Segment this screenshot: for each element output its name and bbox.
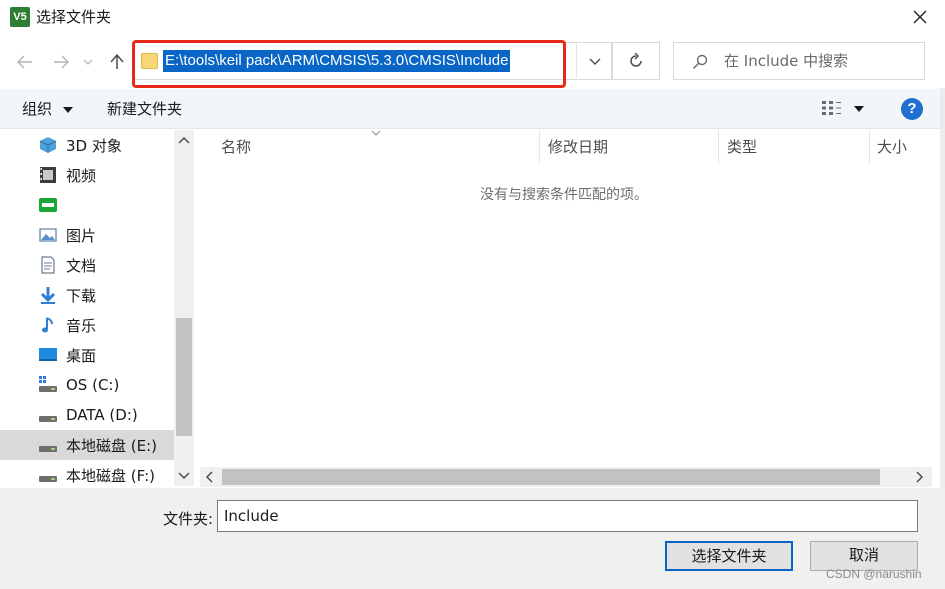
window-edge bbox=[940, 88, 945, 488]
address-path[interactable]: E:\tools\keil pack\ARM\CMSIS\5.3.0\CMSIS… bbox=[163, 50, 511, 72]
organize-label: 组织 bbox=[22, 100, 53, 118]
sidebar-scrollbar-thumb[interactable] bbox=[176, 318, 192, 436]
folder-label: 文件夹: bbox=[163, 510, 214, 528]
recent-locations-button[interactable] bbox=[78, 48, 98, 76]
documents-icon bbox=[41, 256, 55, 274]
navigation-pane: 3D 对象 视频 图片 文档 下载 音乐 桌面 OS (C:) DATA (D:… bbox=[0, 130, 194, 486]
sidebar-item-documents[interactable]: 文档 bbox=[0, 250, 174, 280]
title-bar: V5 选择文件夹 bbox=[0, 0, 945, 34]
address-dropdown-button[interactable] bbox=[576, 42, 612, 80]
new-folder-button[interactable]: 新建文件夹 bbox=[107, 98, 182, 120]
sort-chevron-icon bbox=[371, 130, 381, 136]
drive-icon bbox=[39, 446, 57, 452]
refresh-button[interactable] bbox=[612, 42, 660, 80]
app-icon: V5 bbox=[10, 7, 30, 27]
video-icon bbox=[40, 167, 56, 183]
sidebar-item-local-disk-e[interactable]: 本地磁盘 (E:) bbox=[0, 430, 174, 460]
column-header-modified[interactable]: 修改日期 bbox=[548, 130, 608, 164]
sidebar-item-videos[interactable]: 视频 bbox=[0, 160, 174, 190]
scroll-up-icon[interactable] bbox=[178, 136, 190, 144]
address-bar[interactable]: E:\tools\keil pack\ARM\CMSIS\5.3.0\CMSIS… bbox=[132, 42, 612, 80]
sidebar-item-label: 本地磁盘 (F:) bbox=[66, 466, 155, 485]
up-button[interactable] bbox=[104, 48, 130, 76]
music-icon bbox=[42, 317, 53, 333]
3d-objects-icon bbox=[39, 137, 57, 153]
sidebar-item-3d-objects[interactable]: 3D 对象 bbox=[0, 130, 174, 160]
close-icon bbox=[913, 10, 927, 24]
help-icon[interactable]: ? bbox=[901, 98, 923, 120]
drive-icon bbox=[39, 416, 57, 422]
desktop-icon bbox=[39, 348, 57, 361]
search-input[interactable]: 在 Include 中搜索 bbox=[673, 42, 925, 80]
sidebar-item-label: DATA (D:) bbox=[66, 406, 138, 424]
sidebar-item-downloads[interactable]: 下载 bbox=[0, 280, 174, 310]
sidebar-item-label: 文档 bbox=[66, 256, 97, 275]
pictures-icon bbox=[39, 228, 57, 242]
sidebar-item-os-drive[interactable]: OS (C:) bbox=[0, 370, 174, 400]
view-options-button[interactable] bbox=[822, 100, 865, 120]
watermark: CSDN @narushin bbox=[826, 567, 922, 581]
sidebar-item-label: 下载 bbox=[66, 286, 97, 305]
sidebar-item-local-disk-f[interactable]: 本地磁盘 (F:) bbox=[0, 460, 174, 490]
column-header-size[interactable]: 大小 bbox=[877, 130, 907, 164]
close-button[interactable] bbox=[900, 0, 940, 34]
sidebar-item-desktop[interactable]: 桌面 bbox=[0, 340, 174, 370]
sidebar-item-label: 本地磁盘 (E:) bbox=[66, 436, 158, 455]
os-drive-icon bbox=[39, 376, 57, 392]
sidebar-item-data-drive[interactable]: DATA (D:) bbox=[0, 400, 174, 430]
chevron-down-icon bbox=[83, 59, 93, 65]
back-button[interactable] bbox=[12, 48, 38, 76]
sidebar-item-label: 图片 bbox=[66, 226, 97, 245]
scroll-left-icon[interactable] bbox=[205, 471, 213, 483]
sidebar-item-label: 3D 对象 bbox=[66, 136, 122, 155]
folder-icon bbox=[141, 53, 158, 69]
arrow-right-icon bbox=[54, 55, 69, 69]
column-divider[interactable] bbox=[718, 130, 719, 164]
caret-down-icon bbox=[854, 106, 865, 112]
column-header-name[interactable]: 名称 bbox=[221, 130, 251, 164]
arrow-left-icon bbox=[17, 55, 32, 69]
sidebar-item-label: OS (C:) bbox=[66, 376, 120, 394]
select-folder-button[interactable]: 选择文件夹 bbox=[665, 541, 793, 571]
search-placeholder: 在 Include 中搜索 bbox=[724, 52, 849, 70]
iqiyi-icon bbox=[39, 198, 57, 212]
organize-menu[interactable]: 组织 bbox=[22, 98, 73, 120]
sidebar-item-label: 桌面 bbox=[66, 346, 97, 365]
search-icon bbox=[692, 54, 708, 70]
command-toolbar: 组织 新建文件夹 ? bbox=[0, 89, 945, 129]
drive-icon bbox=[39, 476, 57, 482]
folder-name-input[interactable]: Include bbox=[217, 500, 918, 532]
scroll-down-icon[interactable] bbox=[178, 472, 190, 480]
sidebar-item-label: 视频 bbox=[66, 166, 97, 185]
column-header-type[interactable]: 类型 bbox=[727, 130, 757, 164]
view-list-icon bbox=[822, 101, 841, 115]
sidebar-item-iqiyi[interactable] bbox=[0, 190, 174, 220]
sidebar-item-label: 音乐 bbox=[66, 316, 97, 335]
scroll-right-icon[interactable] bbox=[916, 471, 924, 483]
window-title: 选择文件夹 bbox=[36, 8, 112, 26]
empty-results-message: 没有与搜索条件匹配的项。 bbox=[480, 187, 648, 203]
downloads-icon bbox=[40, 287, 56, 304]
sidebar-item-pictures[interactable]: 图片 bbox=[0, 220, 174, 250]
caret-down-icon bbox=[62, 106, 73, 113]
column-divider[interactable] bbox=[539, 130, 540, 164]
refresh-icon bbox=[630, 53, 642, 67]
chevron-down-icon bbox=[589, 58, 600, 65]
column-divider[interactable] bbox=[869, 130, 870, 164]
forward-button[interactable] bbox=[48, 48, 74, 76]
content-scrollbar-thumb[interactable] bbox=[222, 469, 880, 485]
sidebar-item-music[interactable]: 音乐 bbox=[0, 310, 174, 340]
arrow-up-icon bbox=[110, 54, 124, 69]
